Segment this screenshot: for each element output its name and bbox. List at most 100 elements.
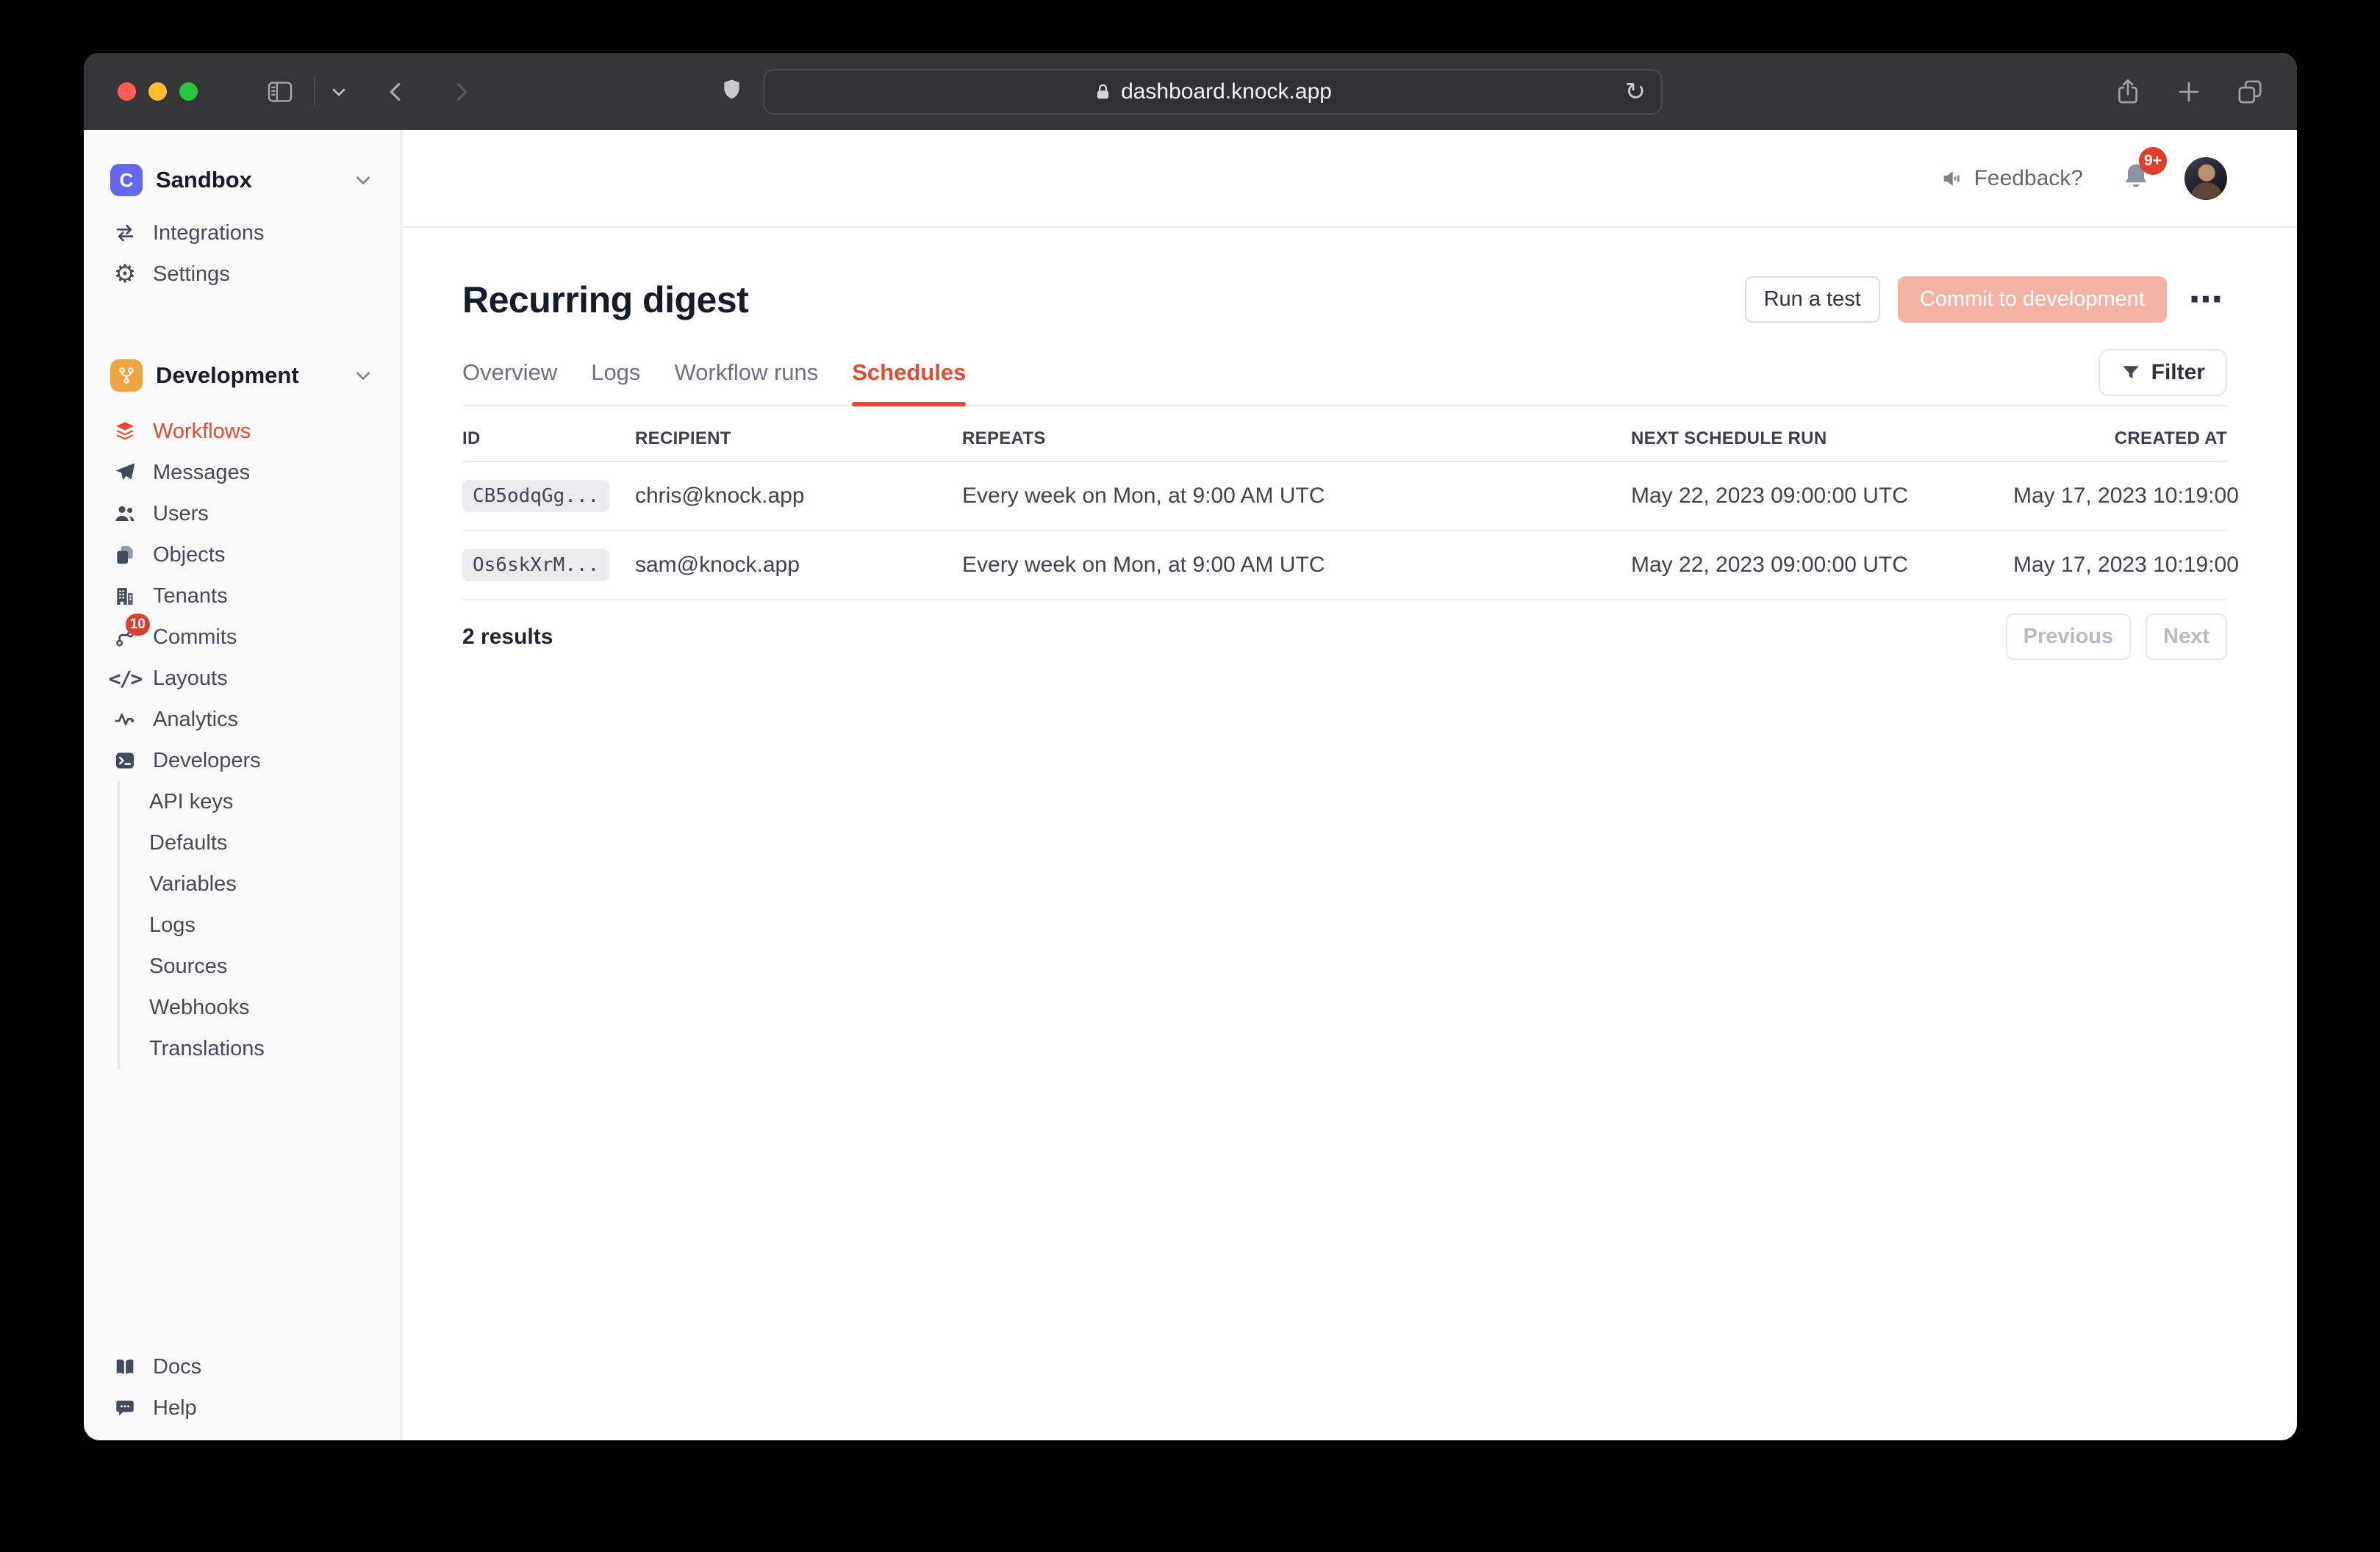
sidebar-toggle-icon[interactable] xyxy=(265,77,295,107)
sidebar-item-api-keys[interactable]: API keys xyxy=(120,781,401,822)
sidebar-item-developers[interactable]: Developers xyxy=(84,740,401,781)
integrations-icon xyxy=(110,221,140,245)
sidebar-item-tenants[interactable]: Tenants xyxy=(84,575,401,617)
sidebar-item-defaults[interactable]: Defaults xyxy=(120,822,401,863)
next-schedule-run-cell: May 22, 2023 09:00:00 UTC xyxy=(1631,553,2013,578)
sidebar-item-analytics[interactable]: Analytics xyxy=(84,699,401,740)
tab-overview-icon[interactable] xyxy=(2235,77,2265,107)
developers-submenu: API keys Defaults Variables Logs Sources… xyxy=(118,781,401,1069)
table-row[interactable]: CB5odqGg... chris@knock.app Every week o… xyxy=(462,462,2227,531)
commit-to-development-button[interactable]: Commit to development xyxy=(1898,276,2167,323)
minimize-button[interactable] xyxy=(148,82,167,101)
column-header-id: ID xyxy=(462,428,635,449)
schedule-id-cell: Os6skXrM... xyxy=(462,549,635,581)
chevron-down-icon[interactable] xyxy=(329,82,349,102)
id-chip[interactable]: CB5odqGg... xyxy=(462,480,609,512)
close-button[interactable] xyxy=(118,82,136,101)
environment-logo xyxy=(110,359,143,392)
pulse-icon xyxy=(110,708,140,731)
notifications-button[interactable]: 9+ xyxy=(2120,160,2152,196)
feedback-label: Feedback? xyxy=(1974,166,2083,191)
sidebar-item-docs[interactable]: Docs xyxy=(84,1346,401,1387)
feedback-button[interactable]: Feedback? xyxy=(1940,166,2083,191)
sidebar-item-messages[interactable]: Messages xyxy=(84,452,401,493)
workspace-switcher[interactable]: C Sandbox xyxy=(84,159,401,201)
lock-icon xyxy=(1093,82,1112,101)
gear-icon: ⚙ xyxy=(110,259,140,289)
tab-bar: Overview Logs Workflow runs Schedules Fi… xyxy=(462,356,2227,406)
titlebar-right-actions xyxy=(2113,53,2297,130)
sidebar-item-webhooks[interactable]: Webhooks xyxy=(120,987,401,1028)
sidebar-item-settings[interactable]: ⚙ Settings xyxy=(84,254,401,295)
commits-count-badge: 10 xyxy=(126,614,150,636)
recipient-cell: sam@knock.app xyxy=(635,553,962,578)
filter-button[interactable]: Filter xyxy=(2098,349,2227,396)
pagination: Previous Next xyxy=(2006,614,2227,660)
url-bar-group: dashboard.knock.app ↻ xyxy=(719,69,1662,115)
forward-button-icon[interactable] xyxy=(448,79,474,105)
url-text: dashboard.knock.app xyxy=(1121,79,1332,104)
page-title: Recurring digest xyxy=(462,279,748,321)
privacy-shield-icon[interactable] xyxy=(719,77,744,106)
sidebar-item-translations[interactable]: Translations xyxy=(120,1028,401,1069)
tab-overview[interactable]: Overview xyxy=(462,359,557,405)
page-content: Recurring digest Run a test Commit to de… xyxy=(402,228,2297,1440)
more-options-button[interactable]: ⋯ xyxy=(2184,291,2227,308)
git-branch-icon: 10 xyxy=(110,625,140,649)
tab-logs[interactable]: Logs xyxy=(591,359,640,405)
run-a-test-button[interactable]: Run a test xyxy=(1745,276,1880,323)
new-tab-icon[interactable] xyxy=(2175,78,2203,106)
reload-icon[interactable]: ↻ xyxy=(1625,79,1646,104)
schedule-id-cell: CB5odqGg... xyxy=(462,480,635,512)
sidebar-item-workflows[interactable]: Workflows xyxy=(84,411,401,452)
page-title-row: Recurring digest Run a test Commit to de… xyxy=(462,276,2227,323)
sidebar-item-commits[interactable]: 10 Commits xyxy=(84,617,401,658)
tab-schedules[interactable]: Schedules xyxy=(852,359,966,405)
environment-switcher[interactable]: Development xyxy=(84,355,401,396)
filter-label: Filter xyxy=(2151,360,2205,385)
code-brackets-icon: </> xyxy=(110,667,140,691)
next-page-button[interactable]: Next xyxy=(2146,614,2227,660)
column-header-created-at: CREATED AT xyxy=(2013,428,2227,449)
created-at-cell: May 17, 2023 10:19:00 xyxy=(2013,553,2239,578)
column-header-recipient: RECIPIENT xyxy=(635,428,962,449)
sidebar-item-layouts[interactable]: </> Layouts xyxy=(84,658,401,699)
sidebar-item-variables[interactable]: Variables xyxy=(120,863,401,905)
desktop-background: dashboard.knock.app ↻ xyxy=(0,0,2380,1552)
back-button-icon[interactable] xyxy=(383,79,409,105)
users-icon xyxy=(110,502,140,525)
repeats-cell: Every week on Mon, at 9:00 AM UTC xyxy=(962,553,1631,578)
paper-plane-icon xyxy=(110,461,140,484)
sidebar-item-integrations[interactable]: Integrations xyxy=(84,212,401,254)
next-schedule-run-cell: May 22, 2023 09:00:00 UTC xyxy=(1631,484,2013,509)
traffic-lights xyxy=(118,82,198,101)
page-actions: Run a test Commit to development ⋯ xyxy=(1745,276,2227,323)
tab-workflow-runs[interactable]: Workflow runs xyxy=(674,359,818,405)
sidebar-item-help[interactable]: Help xyxy=(84,1387,401,1429)
sidebar-spacer xyxy=(84,1069,401,1346)
sidebar-item-objects[interactable]: Objects xyxy=(84,534,401,575)
book-icon xyxy=(110,1355,140,1379)
table-header-row: ID RECIPIENT REPEATS NEXT SCHEDULE RUN C… xyxy=(462,406,2227,462)
app-header: Feedback? 9+ xyxy=(402,130,2297,228)
sidebar-item-users[interactable]: Users xyxy=(84,493,401,534)
workspace-logo: C xyxy=(110,164,143,196)
workflows-icon xyxy=(110,420,140,443)
address-bar[interactable]: dashboard.knock.app ↻ xyxy=(763,69,1662,115)
sidebar: C Sandbox Integrations xyxy=(84,130,402,1440)
recipient-cell: chris@knock.app xyxy=(635,484,962,509)
sidebar-item-logs[interactable]: Logs xyxy=(120,905,401,946)
fullscreen-button[interactable] xyxy=(179,82,198,101)
table-footer: 2 results Previous Next xyxy=(462,614,2227,660)
environment-name: Development xyxy=(156,362,299,389)
id-chip[interactable]: Os6skXrM... xyxy=(462,549,609,581)
browser-window: dashboard.knock.app ↻ xyxy=(84,53,2297,1440)
sidebar-item-sources[interactable]: Sources xyxy=(120,946,401,987)
objects-icon xyxy=(110,543,140,567)
titlebar-divider xyxy=(314,77,315,107)
user-avatar[interactable] xyxy=(2184,157,2227,200)
previous-page-button[interactable]: Previous xyxy=(2006,614,2132,660)
share-icon[interactable] xyxy=(2113,77,2143,107)
table-row[interactable]: Os6skXrM... sam@knock.app Every week on … xyxy=(462,531,2227,600)
terminal-icon xyxy=(110,749,140,772)
